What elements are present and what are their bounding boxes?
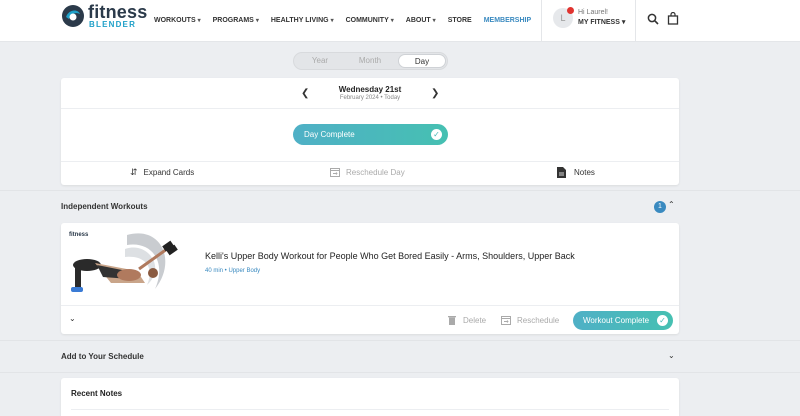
view-toggle: Year Month Day bbox=[293, 52, 448, 70]
chevron-down-icon[interactable]: ⌄ bbox=[69, 314, 76, 323]
user-menu[interactable]: L Hi Laurel! MY FITNESS ▾ bbox=[553, 6, 643, 34]
add-to-schedule-title[interactable]: Add to Your Schedule bbox=[61, 352, 144, 361]
expand-vertical-icon: ⇵ bbox=[130, 167, 138, 177]
logo-text-blender: BLENDER bbox=[89, 20, 137, 29]
header-divider bbox=[541, 0, 542, 42]
thumbnail-brand: fitness bbox=[69, 232, 89, 238]
chevron-down-icon[interactable]: ⌄ bbox=[668, 351, 675, 360]
fitness-blender-logo[interactable]: fitness BLENDER bbox=[61, 2, 147, 33]
main-nav: WORKOUTS ▾ PROGRAMS ▾ HEALTHY LIVING ▾ COMM… bbox=[154, 17, 543, 24]
logo-swoosh-icon bbox=[62, 5, 84, 27]
workout-meta: 40 min • Upper Body bbox=[205, 268, 261, 274]
caret-down-icon: ▾ bbox=[390, 18, 394, 24]
check-icon: ✓ bbox=[657, 315, 668, 326]
recent-notes-card: Recent Notes bbox=[61, 378, 679, 416]
reschedule-workout-button[interactable]: Reschedule bbox=[501, 315, 559, 325]
expand-cards-button[interactable]: ⇵ Expand Cards bbox=[130, 167, 194, 178]
chevron-right-icon[interactable]: ❯ bbox=[431, 88, 439, 99]
caret-down-icon: ▾ bbox=[330, 18, 334, 24]
my-fitness-menu[interactable]: MY FITNESS ▾ bbox=[578, 18, 625, 26]
site-header: fitness BLENDER WORKOUTS ▾ PROGRAMS ▾ HEAL… bbox=[0, 0, 800, 42]
note-icon bbox=[557, 167, 566, 178]
user-greeting: Hi Laurel! bbox=[578, 9, 608, 16]
nav-healthy-living[interactable]: HEALTHY LIVING ▾ bbox=[271, 17, 334, 24]
section-divider bbox=[0, 340, 800, 341]
workout-complete-label: Workout Complete bbox=[583, 316, 650, 325]
reschedule-day-button[interactable]: Reschedule Day bbox=[330, 167, 405, 177]
view-month-button[interactable]: Month bbox=[346, 54, 394, 68]
workout-title[interactable]: Kelli's Upper Body Workout for People Wh… bbox=[205, 251, 575, 261]
date-subtitle: February 2024 • Today bbox=[339, 95, 401, 101]
nav-membership[interactable]: MEMBERSHIP bbox=[484, 17, 531, 24]
caret-down-icon: ▾ bbox=[255, 18, 259, 24]
view-year-button[interactable]: Year bbox=[296, 54, 344, 68]
search-icon[interactable] bbox=[647, 13, 659, 25]
divider bbox=[61, 161, 679, 162]
divider bbox=[61, 108, 679, 109]
nav-community[interactable]: COMMUNITY ▾ bbox=[346, 17, 394, 24]
notification-dot bbox=[567, 7, 574, 14]
workout-complete-button[interactable]: Workout Complete ✓ bbox=[573, 311, 673, 330]
header-divider bbox=[635, 0, 636, 42]
day-complete-label: Day Complete bbox=[304, 130, 355, 139]
date-title: Wednesday 21st bbox=[338, 85, 402, 94]
delete-workout-button[interactable]: Delete bbox=[448, 315, 486, 325]
calendar-reschedule-icon bbox=[501, 316, 511, 325]
notes-button[interactable]: Notes bbox=[557, 167, 595, 178]
caret-down-icon: ▾ bbox=[432, 18, 436, 24]
chevron-up-icon[interactable]: ⌃ bbox=[668, 200, 675, 209]
divider bbox=[71, 409, 669, 410]
view-day-button[interactable]: Day bbox=[398, 54, 446, 68]
workout-count-badge: 1 bbox=[654, 201, 666, 213]
day-complete-button[interactable]: Day Complete ✓ bbox=[293, 124, 448, 145]
nav-workouts[interactable]: WORKOUTS ▾ bbox=[154, 17, 201, 24]
section-divider bbox=[0, 372, 800, 373]
section-divider bbox=[0, 190, 800, 191]
calendar-reschedule-icon bbox=[330, 168, 340, 177]
nav-programs[interactable]: PROGRAMS ▾ bbox=[213, 17, 259, 24]
recent-notes-title: Recent Notes bbox=[71, 389, 123, 398]
shopping-bag-icon[interactable] bbox=[667, 12, 679, 25]
independent-workouts-title: Independent Workouts bbox=[61, 202, 148, 211]
workout-thumbnail[interactable] bbox=[67, 227, 193, 303]
nav-store[interactable]: STORE bbox=[448, 17, 472, 24]
divider bbox=[61, 305, 679, 306]
workout-card[interactable]: fitness Kelli's Upper Body Workout for P… bbox=[61, 223, 679, 334]
check-icon: ✓ bbox=[431, 129, 442, 140]
nav-about[interactable]: ABOUT ▾ bbox=[406, 17, 436, 24]
day-card: ❮ Wednesday 21st February 2024 • Today ❯… bbox=[61, 78, 679, 185]
caret-down-icon: ▾ bbox=[197, 18, 201, 24]
trash-icon bbox=[448, 316, 456, 325]
